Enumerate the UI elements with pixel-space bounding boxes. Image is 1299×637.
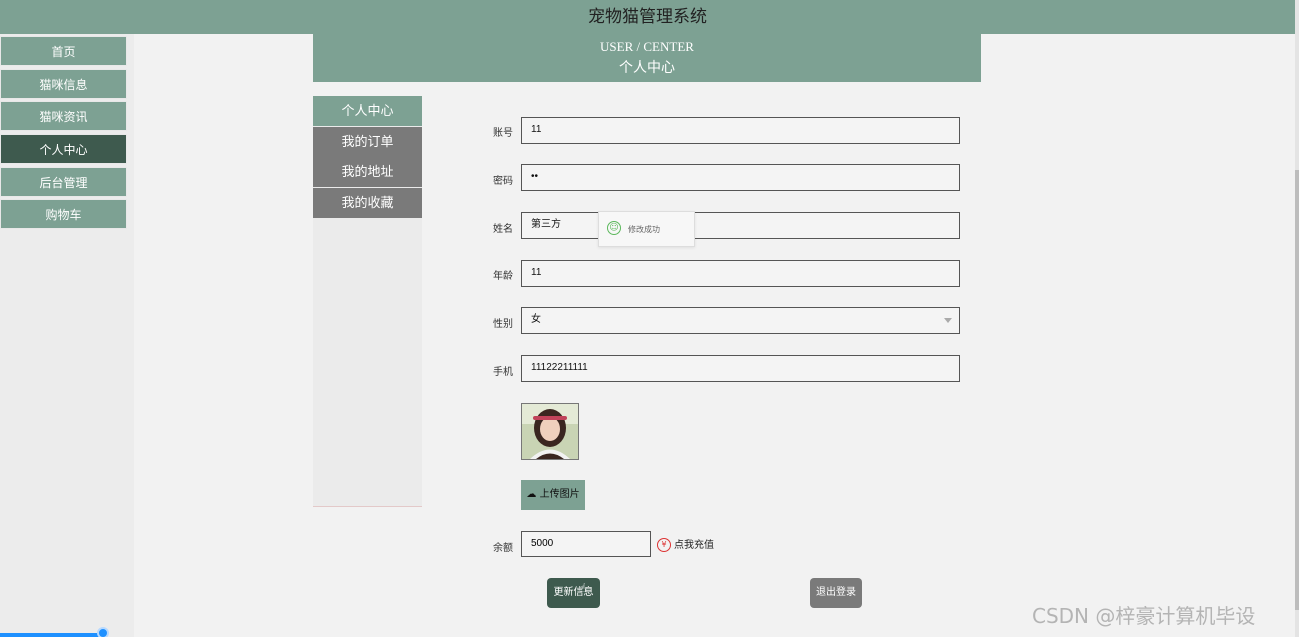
avatar <box>521 403 579 460</box>
upload-image-label: 上传图片 <box>539 489 580 500</box>
sidebar: 首页 猫咪信息 猫咪资讯 个人中心 后台管理 购物车 <box>0 34 134 637</box>
password-label: 密码 <box>493 176 513 187</box>
account-label: 账号 <box>493 128 513 139</box>
balance-field[interactable]: 5000 <box>521 531 651 557</box>
watermark: CSDN @梓豪计算机毕设 <box>1032 604 1256 628</box>
sidebar-item-cat-news[interactable]: 猫咪资讯 <box>0 101 127 131</box>
success-toast: ☺ 修改成功 <box>598 211 695 247</box>
banner-chinese-title: 个人中心 <box>619 61 675 76</box>
sidebar-item-cat-info[interactable]: 猫咪信息 <box>0 69 127 99</box>
sidebar-item-user-center[interactable]: 个人中心 <box>0 134 127 164</box>
toast-message: 修改成功 <box>628 225 660 234</box>
progress-handle[interactable] <box>97 627 109 637</box>
gender-select[interactable]: 女 <box>521 307 960 334</box>
age-label: 年龄 <box>493 271 513 282</box>
password-field[interactable]: •• <box>521 164 960 191</box>
page-banner: USER / CENTER 个人中心 <box>313 34 981 82</box>
logout-button[interactable]: 退出登录 <box>810 578 862 608</box>
chevron-down-icon <box>944 318 952 323</box>
tab-my-orders[interactable]: 我的订单 <box>313 127 422 157</box>
name-label: 姓名 <box>493 224 513 235</box>
banner-english-title: USER / CENTER <box>600 39 694 54</box>
phone-label: 手机 <box>493 367 513 378</box>
recharge-link[interactable]: ¥ 点我充值 <box>657 536 714 552</box>
name-field[interactable]: 第三方 <box>521 212 960 239</box>
sidebar-item-admin[interactable]: 后台管理 <box>0 167 127 197</box>
age-field[interactable]: 11 <box>521 260 960 287</box>
gender-value: 女 <box>531 314 541 325</box>
update-info-button[interactable]: 更新信息 <box>547 578 600 608</box>
yen-icon: ¥ <box>657 538 671 552</box>
tab-my-favorites[interactable]: 我的收藏 <box>313 188 422 218</box>
recharge-label: 点我充值 <box>674 540 714 551</box>
scrollbar-thumb[interactable] <box>1295 170 1299 610</box>
upload-image-button[interactable]: ☁ 上传图片 <box>521 480 585 510</box>
mouse-cursor-icon: ☝ <box>579 581 587 595</box>
smile-icon: ☺ <box>607 221 621 235</box>
tab-my-address[interactable]: 我的地址 <box>313 157 422 187</box>
tab-user-center[interactable]: 个人中心 <box>313 96 422 126</box>
sidebar-item-home[interactable]: 首页 <box>0 36 127 66</box>
cloud-upload-icon: ☁ <box>526 489 537 500</box>
sidebar-item-cart[interactable]: 购物车 <box>0 199 127 229</box>
app-title: 宠物猫管理系统 <box>0 0 1295 34</box>
phone-field[interactable]: 11122211111 <box>521 355 960 382</box>
gender-label: 性别 <box>493 319 513 330</box>
video-progress-bar[interactable] <box>0 633 104 637</box>
balance-label: 余额 <box>493 543 513 554</box>
account-field[interactable]: 11 <box>521 117 960 144</box>
